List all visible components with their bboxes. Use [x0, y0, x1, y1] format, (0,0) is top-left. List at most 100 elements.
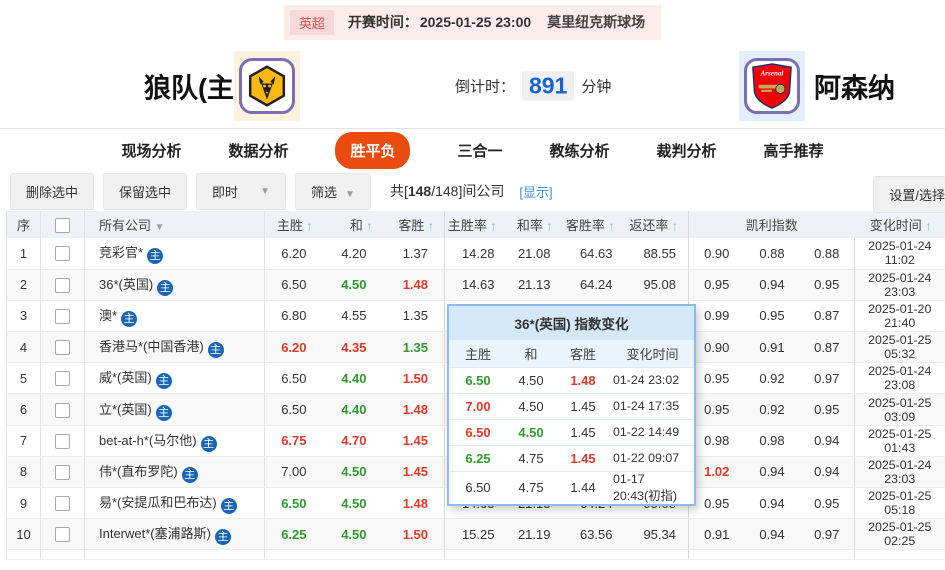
company-name[interactable]: Interwet*(塞浦路斯)	[99, 526, 211, 541]
home-team-logo	[234, 51, 300, 121]
sort-up-icon[interactable]: ↑	[307, 219, 313, 233]
row-checkbox[interactable]	[55, 371, 70, 387]
header-home-odds[interactable]: 主胜 ↑	[264, 211, 323, 238]
row-checkbox[interactable]	[55, 402, 70, 418]
row-checkbox[interactable]	[55, 277, 70, 293]
home-odds-cell[interactable]: 6.50	[264, 362, 323, 395]
tab-item[interactable]: 现场分析	[121, 140, 181, 161]
company-name[interactable]: 易*(安提瓜和巴布达)	[99, 495, 217, 510]
change-time-cell: 2025-01-25 01:43	[854, 425, 945, 457]
filter-dropdown[interactable]: 筛选 ▼	[295, 172, 371, 210]
row-checkbox[interactable]	[55, 433, 70, 449]
header-away-rate[interactable]: 客胜率 ↑	[562, 211, 625, 238]
home-odds-cell[interactable]: 6.20	[264, 331, 323, 364]
home-odds-cell[interactable]: 6.25	[264, 518, 323, 551]
draw-odds-cell[interactable]: 4.70	[322, 425, 383, 457]
show-link[interactable]: [显示]	[519, 182, 552, 201]
home-odds-cell[interactable]: 7.00	[264, 456, 323, 489]
kelly-cell: 0.91	[688, 518, 745, 551]
home-odds-cell[interactable]: 6.50	[264, 487, 323, 520]
away-odds-cell[interactable]: 1.35	[382, 300, 445, 333]
home-odds-cell[interactable]: 6.80	[264, 300, 323, 333]
company-name[interactable]: 伟*(直布罗陀)	[99, 464, 178, 479]
time-filter-dropdown[interactable]: 即时 ▼	[196, 172, 287, 210]
draw-odds-cell[interactable]: 4.50	[322, 487, 383, 520]
home-odds-cell[interactable]: 6.20	[264, 238, 323, 270]
toolbar: 删除选中 保留选中 即时 ▼ 筛选 ▼ 共[148/148]间公司 [显示] 设置…	[0, 171, 945, 213]
tab-item[interactable]: 高手推荐	[764, 140, 824, 161]
tab-item[interactable]: 裁判分析	[657, 140, 717, 161]
popup-draw-odds: 4.50	[507, 366, 555, 393]
popup-change-time: 01-22 14:49	[611, 418, 694, 445]
row-checkbox[interactable]	[55, 340, 70, 356]
draw-odds-cell[interactable]: 4.35	[322, 331, 383, 364]
header-draw-odds[interactable]: 和 ↑	[322, 211, 383, 238]
change-time-cell: 2025-01-24 11:02	[854, 238, 945, 270]
draw-odds-cell[interactable]: 4.40	[322, 362, 383, 395]
away-odds-cell[interactable]: 1.50	[382, 362, 445, 395]
company-name[interactable]: 威*(英国)	[99, 370, 152, 385]
tab-item[interactable]: 数据分析	[228, 140, 288, 161]
sort-up-icon[interactable]: ↑	[925, 219, 931, 233]
header-away-odds[interactable]: 客胜 ↑	[382, 211, 445, 238]
sort-up-icon[interactable]: ↑	[547, 219, 553, 233]
header-draw-rate[interactable]: 和率 ↑	[506, 211, 563, 238]
header-company[interactable]: 所有公司 ▼	[84, 211, 265, 238]
countdown-unit: 分钟	[581, 78, 612, 96]
row-checkbox[interactable]	[55, 246, 70, 262]
row-checkbox[interactable]	[55, 464, 70, 480]
away-odds-cell[interactable]: 1.50	[382, 518, 445, 551]
row-checkbox[interactable]	[55, 527, 70, 543]
away-odds-cell[interactable]: 1.45	[382, 425, 445, 457]
countdown-value: 891	[522, 71, 575, 101]
home-odds-cell[interactable]: 6.50	[264, 393, 323, 426]
header-change-time[interactable]: 变化时间 ↑	[854, 211, 945, 238]
change-time-cell: 2025-01-25 02:25	[854, 518, 945, 551]
draw-odds-cell[interactable]: 4.40	[322, 393, 383, 426]
company-name[interactable]: 澳*	[99, 308, 117, 323]
draw-odds-cell[interactable]: 4.55	[322, 300, 383, 333]
sort-up-icon[interactable]: ↑	[672, 219, 678, 233]
draw-odds-cell[interactable]: 4.50	[322, 518, 383, 551]
main-market-icon: 主	[200, 435, 217, 452]
away-odds-cell[interactable]: 1.48	[382, 393, 445, 426]
popup-draw-odds: 4.75	[507, 444, 555, 471]
away-odds-cell[interactable]: 1.35	[382, 331, 445, 364]
home-odds-cell[interactable]: 6.75	[264, 425, 323, 457]
select-all-checkbox[interactable]	[55, 217, 70, 233]
header-return-rate[interactable]: 返还率 ↑	[624, 211, 689, 238]
kickoff-label: 开赛时间：	[347, 14, 418, 30]
header-kelly: 凯利指数	[688, 211, 855, 238]
sort-up-icon[interactable]: ↑	[367, 219, 373, 233]
away-odds-cell[interactable]: 1.48	[382, 487, 445, 520]
draw-odds-cell[interactable]: 4.50	[322, 456, 383, 489]
draw-odds-cell[interactable]: 4.20	[322, 238, 383, 270]
company-name[interactable]: 立*(英国)	[99, 402, 152, 417]
away-odds-cell[interactable]: 1.45	[382, 456, 445, 489]
company-name[interactable]: bet-at-h*(马尔他)	[99, 433, 197, 448]
settings-button[interactable]: 设置/选择	[873, 176, 945, 213]
popup-title: 36*(英国) 指数变化	[449, 306, 694, 340]
sort-up-icon[interactable]: ↑	[609, 219, 615, 233]
sort-up-icon[interactable]: ↑	[491, 219, 497, 233]
away-rate-cell: 64.24	[562, 269, 625, 301]
row-checkbox[interactable]	[55, 496, 70, 512]
tab-item[interactable]: 教练分析	[550, 140, 610, 161]
delete-selected-button[interactable]: 删除选中	[10, 172, 95, 210]
popup-change-time: 01-22 09:07	[611, 444, 694, 471]
company-name[interactable]: 36*(英国)	[99, 277, 153, 292]
row-checkbox[interactable]	[55, 309, 70, 324]
away-odds-cell[interactable]: 1.48	[382, 269, 445, 301]
sort-up-icon[interactable]: ↑	[428, 219, 434, 233]
header-home-rate[interactable]: 主胜率 ↑	[444, 211, 507, 238]
home-odds-cell[interactable]: 6.50	[264, 269, 323, 301]
away-odds-cell[interactable]: 1.37	[382, 238, 445, 270]
arsenal-crest-icon: Arsenal	[752, 63, 792, 109]
tab-item[interactable]: 三合一	[457, 140, 502, 161]
company-name[interactable]: 香港马*(中国香港)	[99, 339, 204, 354]
company-name[interactable]: 竞彩官*	[99, 245, 143, 260]
keep-selected-button[interactable]: 保留选中	[103, 172, 188, 210]
top-info-bar: 英超 开赛时间： 2025-01-25 23:00 莫里纽克斯球场	[0, 0, 945, 44]
draw-odds-cell[interactable]: 4.50	[322, 269, 383, 301]
tab-item[interactable]: 胜平负	[335, 131, 411, 169]
